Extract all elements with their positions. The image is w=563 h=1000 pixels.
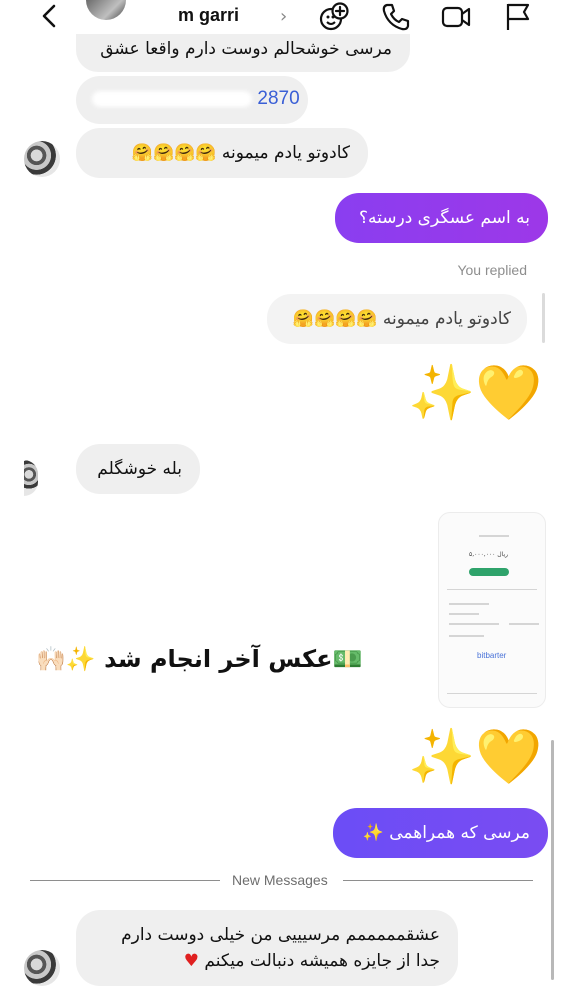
photo-caption[interactable]: 💵عکس آخر انجام شد ✨🙌🏻 — [36, 645, 362, 673]
divider-line — [343, 880, 533, 881]
add-members-icon[interactable] — [318, 1, 350, 33]
phone-icon[interactable] — [380, 1, 412, 33]
receipt-logo: bitbarter — [477, 651, 507, 660]
message-line: جدا از جایزه همیشه دنبالت میکنم ♥ — [94, 948, 440, 974]
flag-icon[interactable] — [502, 1, 534, 33]
chat-header: m garri › — [0, 0, 563, 34]
avatar[interactable] — [24, 950, 60, 986]
back-arrow-icon[interactable] — [36, 2, 64, 30]
message-text: بله خوشگلم — [97, 459, 182, 479]
receipt-line — [449, 613, 479, 615]
message-text: کادوتو یادم میمونه 🤗🤗🤗🤗 — [131, 143, 350, 163]
receipt-line — [449, 623, 499, 625]
emoji-message[interactable]: ✨💛 — [408, 727, 542, 787]
emoji-message[interactable]: ✨💛 — [408, 363, 542, 423]
incoming-message[interactable]: بله خوشگلم — [76, 444, 200, 494]
contact-name[interactable]: m garri — [178, 5, 239, 26]
scrollbar[interactable] — [551, 740, 554, 980]
outgoing-message[interactable]: مرسی که همراهمی ✨ — [333, 808, 548, 858]
new-messages-label: New Messages — [232, 872, 328, 888]
outgoing-message[interactable]: به اسم عسگری درسته؟ — [335, 193, 548, 243]
message-text: مرسی خوشحالم دوست دارم واقعا عشق — [100, 39, 392, 59]
chevron-right-icon[interactable]: › — [280, 6, 287, 27]
receipt-line — [449, 603, 489, 605]
reply-indicator-bar — [542, 293, 545, 343]
receipt-line — [479, 535, 509, 537]
receipt-line — [447, 589, 537, 590]
receipt-amount: ۵,۰۰۰,۰۰۰ ریال — [469, 551, 509, 558]
avatar[interactable] — [24, 141, 60, 177]
you-replied-label: You replied — [457, 262, 527, 278]
receipt-line — [509, 623, 539, 625]
redacted-area — [92, 91, 252, 107]
contact-avatar[interactable] — [86, 0, 126, 20]
receipt-button — [469, 568, 509, 576]
message-line: عشقمممممم مرسیییی من خیلی دوست دارم — [121, 925, 440, 945]
video-call-icon[interactable] — [440, 1, 472, 33]
quoted-reply-message[interactable]: کادوتو یادم میمونه 🤗🤗🤗🤗 — [267, 294, 527, 344]
chat-thread: مرسی خوشحالم دوست دارم واقعا عشق 2870 کا… — [0, 0, 563, 1000]
shared-photo[interactable]: ۵,۰۰۰,۰۰۰ ریال bitbarter — [438, 512, 546, 708]
receipt-line — [447, 693, 537, 694]
phone-number[interactable]: 2870 — [257, 88, 299, 109]
message-text: مرسی که همراهمی ✨ — [362, 823, 530, 843]
heart-icon: ♥ — [183, 951, 200, 971]
incoming-phone-message[interactable]: 2870 — [76, 76, 308, 124]
receipt-line — [449, 635, 484, 637]
message-text: به اسم عسگری درسته؟ — [358, 208, 530, 228]
message-text: کادوتو یادم میمونه 🤗🤗🤗🤗 — [292, 309, 511, 329]
avatar[interactable] — [24, 460, 38, 496]
incoming-message[interactable]: عشقمممممم مرسیییی من خیلی دوست دارم جدا … — [76, 910, 458, 986]
divider-line — [30, 880, 220, 881]
incoming-message[interactable]: کادوتو یادم میمونه 🤗🤗🤗🤗 — [76, 128, 368, 178]
